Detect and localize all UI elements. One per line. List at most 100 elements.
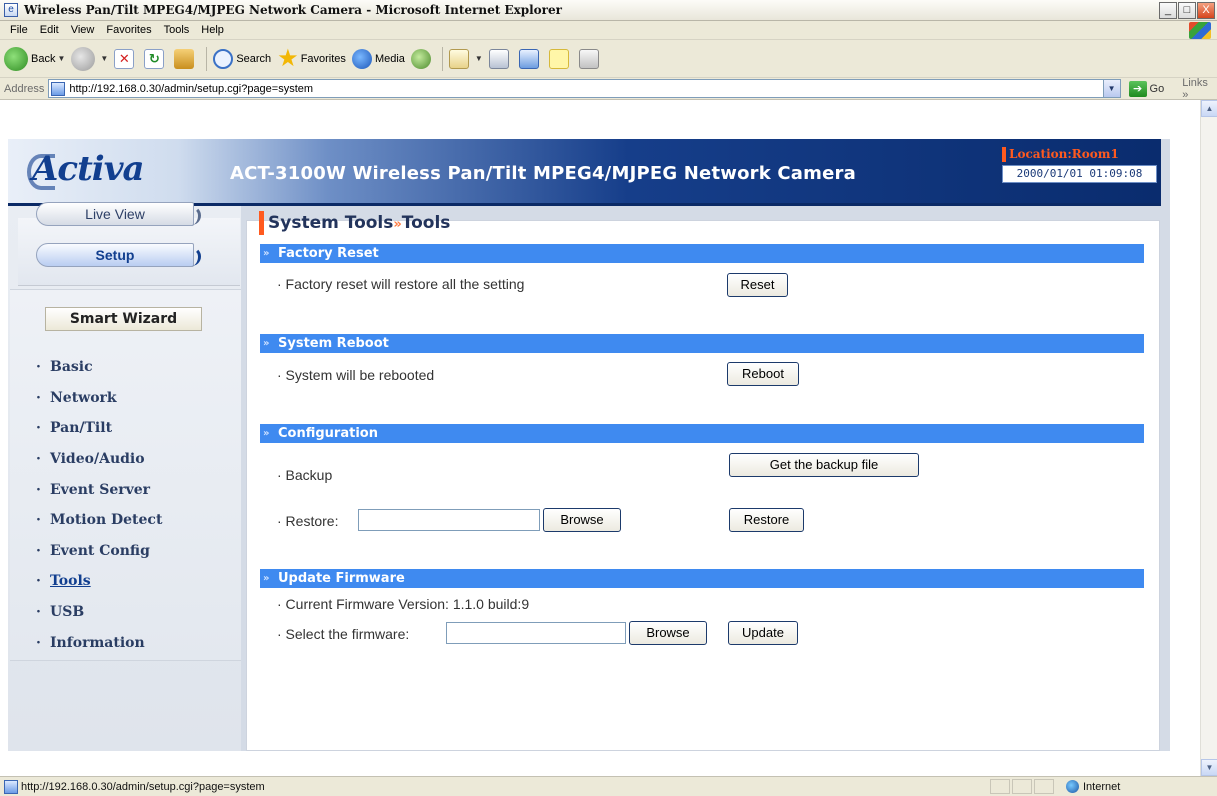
refresh-icon: ↻ bbox=[144, 48, 165, 69]
sidebar-item-motion-detect[interactable]: · Motion Detect bbox=[36, 505, 236, 536]
menu-view[interactable]: View bbox=[65, 24, 101, 36]
vertical-scrollbar[interactable]: ▲ ▼ bbox=[1200, 100, 1217, 776]
restore-file-input[interactable] bbox=[358, 509, 540, 531]
stop-button[interactable]: ✕ bbox=[114, 48, 138, 69]
setup-button[interactable]: Setup bbox=[36, 243, 201, 267]
internet-globe-icon bbox=[1066, 780, 1079, 793]
sidebar-item-event-config[interactable]: · Event Config bbox=[36, 536, 236, 567]
menu-help[interactable]: Help bbox=[195, 24, 230, 36]
back-button[interactable]: Back ▼ bbox=[4, 46, 65, 71]
ie-window-icon[interactable]: e bbox=[4, 3, 18, 17]
forward-button[interactable]: ▼ bbox=[71, 46, 108, 71]
sidebar-item-event-server[interactable]: · Event Server bbox=[36, 474, 236, 505]
menu-file[interactable]: File bbox=[4, 24, 34, 36]
scroll-down-icon[interactable]: ▼ bbox=[1201, 759, 1217, 776]
page-icon bbox=[51, 81, 66, 96]
research-icon bbox=[578, 48, 599, 69]
firmware-version-text: · Current Firmware Version: 1.1.0 build:… bbox=[277, 596, 530, 612]
menu-edit[interactable]: Edit bbox=[34, 24, 65, 36]
backup-text: · Backup bbox=[277, 467, 333, 483]
menu-tools[interactable]: Tools bbox=[158, 24, 196, 36]
update-firmware-title: Update Firmware bbox=[278, 571, 405, 586]
mail-dropdown-icon[interactable]: ▼ bbox=[475, 54, 483, 63]
menu-favorites[interactable]: Favorites bbox=[100, 24, 157, 36]
page-title-page: Tools bbox=[401, 213, 451, 233]
section-chevron-icon: » bbox=[263, 248, 270, 259]
search-button[interactable]: Search bbox=[213, 48, 271, 69]
status-panel bbox=[1034, 779, 1054, 794]
update-firmware-header: » Update Firmware bbox=[260, 569, 1144, 588]
links-button[interactable]: Links » bbox=[1182, 77, 1217, 101]
back-label: Back bbox=[31, 52, 56, 65]
location-block: Location:Room1 2000/01/01 01:09:08 bbox=[1002, 147, 1157, 183]
sidebar-item-information[interactable]: · Information bbox=[36, 627, 236, 658]
history-button[interactable] bbox=[410, 48, 434, 69]
configuration-title: Configuration bbox=[278, 426, 378, 441]
live-view-button[interactable]: Live View bbox=[36, 202, 201, 226]
update-button[interactable]: Update bbox=[728, 621, 798, 645]
section-chevron-icon: » bbox=[263, 573, 270, 584]
page-title-section: System Tools bbox=[268, 213, 394, 233]
configuration-header: » Configuration bbox=[260, 424, 1144, 443]
activa-logo: Activa bbox=[32, 149, 144, 189]
status-panels bbox=[990, 779, 1054, 794]
smart-wizard-button[interactable]: Smart Wizard bbox=[45, 307, 202, 331]
header-banner: Activa ACT-3100W Wireless Pan/Tilt MPEG4… bbox=[8, 139, 1161, 206]
media-button[interactable]: Media bbox=[351, 48, 405, 69]
zone-label: Internet bbox=[1083, 780, 1121, 793]
datetime-display: 2000/01/01 01:09:08 bbox=[1002, 165, 1157, 183]
sidebar-item-basic[interactable]: · Basic bbox=[36, 352, 236, 383]
refresh-button[interactable]: ↻ bbox=[144, 48, 168, 69]
stop-icon: ✕ bbox=[114, 48, 135, 69]
address-bar: Address http://192.168.0.30/admin/setup.… bbox=[0, 77, 1217, 101]
sidebar-item-tools[interactable]: · Tools bbox=[36, 566, 236, 597]
close-button[interactable]: X bbox=[1197, 2, 1215, 19]
reboot-button[interactable]: Reboot bbox=[727, 362, 799, 386]
sidebar-item-usb[interactable]: · USB bbox=[36, 597, 236, 628]
system-reboot-header: » System Reboot bbox=[260, 334, 1144, 353]
forward-arrow-icon bbox=[71, 46, 96, 71]
factory-reset-title: Factory Reset bbox=[278, 246, 379, 261]
restore-label: · Restore: bbox=[277, 513, 339, 529]
restore-button[interactable]: Restore bbox=[729, 508, 804, 532]
sidebar-item-network[interactable]: · Network bbox=[36, 383, 236, 414]
messenger-button[interactable] bbox=[578, 48, 603, 69]
go-label: Go bbox=[1149, 82, 1165, 95]
home-button[interactable] bbox=[174, 48, 198, 69]
discuss-icon bbox=[548, 48, 569, 69]
back-dropdown-icon[interactable]: ▼ bbox=[57, 54, 65, 63]
media-icon bbox=[351, 48, 372, 69]
breadcrumb-separator: » bbox=[393, 217, 402, 232]
page-title: System Tools»Tools bbox=[259, 211, 450, 235]
mail-button[interactable]: ▼ bbox=[448, 48, 483, 69]
scroll-up-icon[interactable]: ▲ bbox=[1201, 100, 1217, 117]
maximize-button[interactable]: □ bbox=[1178, 2, 1196, 19]
forward-dropdown-icon[interactable]: ▼ bbox=[100, 54, 108, 63]
sidebar-item-pan-tilt[interactable]: · Pan/Tilt bbox=[36, 413, 236, 444]
factory-reset-header: » Factory Reset bbox=[260, 244, 1144, 263]
get-backup-file-button[interactable]: Get the backup file bbox=[729, 453, 919, 477]
media-label: Media bbox=[374, 52, 405, 65]
section-chevron-icon: » bbox=[263, 338, 270, 349]
restore-browse-button[interactable]: Browse bbox=[543, 508, 621, 532]
sidebar-item-video-audio[interactable]: · Video/Audio bbox=[36, 444, 236, 475]
address-label: Address bbox=[4, 82, 45, 95]
reset-button[interactable]: Reset bbox=[727, 273, 788, 297]
window-controls: _ □ X bbox=[1159, 2, 1215, 19]
browser-toolbar: Back ▼ ▼ ✕ ↻ Search ★ Favorites Media ▼ bbox=[0, 40, 1217, 78]
go-button[interactable]: ➔ Go bbox=[1128, 80, 1165, 97]
firmware-browse-button[interactable]: Browse bbox=[629, 621, 707, 645]
minimize-button[interactable]: _ bbox=[1159, 2, 1177, 19]
print-button[interactable] bbox=[488, 48, 513, 69]
firmware-file-input[interactable] bbox=[446, 622, 626, 644]
product-title: ACT-3100W Wireless Pan/Tilt MPEG4/MJPEG … bbox=[230, 163, 856, 184]
favorites-label: Favorites bbox=[300, 52, 346, 65]
favorites-button[interactable]: ★ Favorites bbox=[277, 46, 346, 71]
edit-button[interactable] bbox=[518, 48, 543, 69]
discuss-button[interactable] bbox=[548, 48, 573, 69]
address-dropdown-icon[interactable]: ▼ bbox=[1102, 80, 1120, 97]
search-icon bbox=[213, 48, 234, 69]
status-url: http://192.168.0.30/admin/setup.cgi?page… bbox=[21, 780, 265, 793]
system-reboot-text: · System will be rebooted bbox=[277, 367, 435, 383]
address-input[interactable]: http://192.168.0.30/admin/setup.cgi?page… bbox=[48, 79, 1121, 98]
